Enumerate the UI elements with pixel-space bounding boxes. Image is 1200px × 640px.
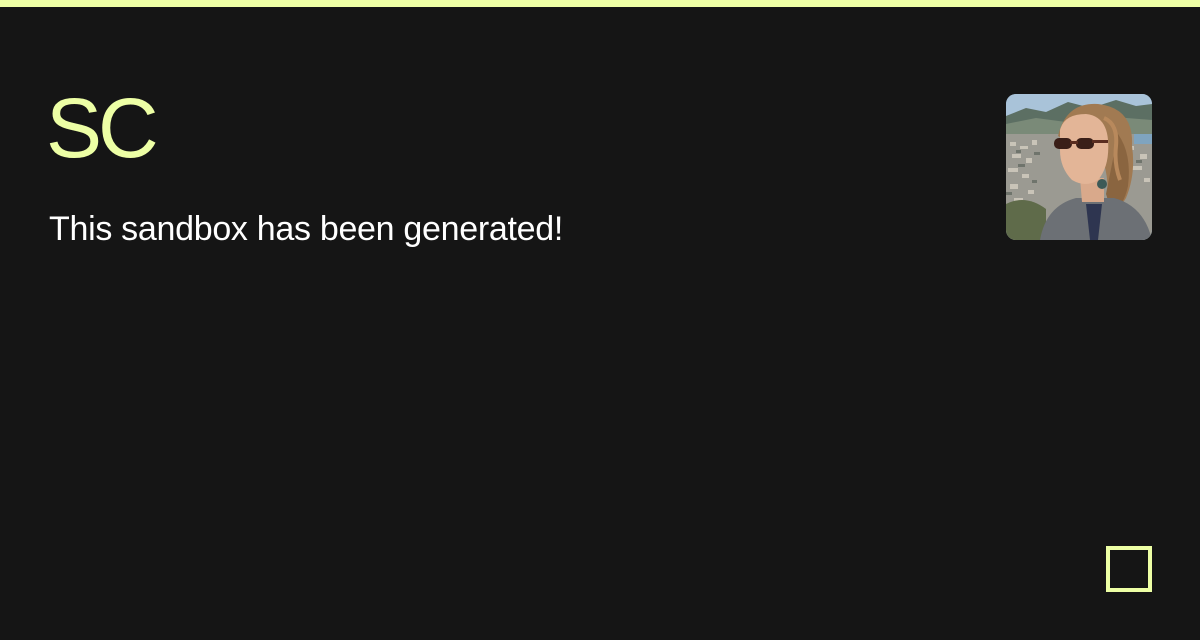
sandbox-description: This sandbox has been generated! (49, 210, 563, 248)
avatar (1006, 94, 1152, 240)
square-logo-icon[interactable] (1106, 546, 1152, 592)
page-title: SC (46, 81, 159, 175)
avatar-photo (1006, 94, 1152, 240)
accent-top-bar (0, 0, 1200, 7)
sandbox-preview-card: SC This sandbox has been generated! (0, 0, 1200, 640)
